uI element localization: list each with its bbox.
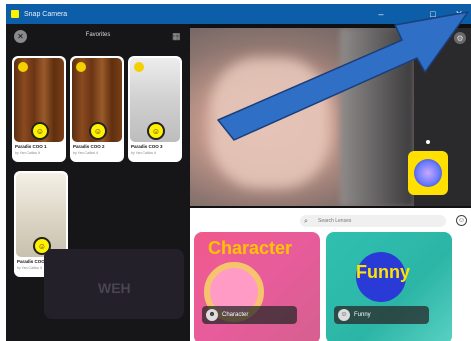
background-tile-text: WEH [98, 280, 131, 296]
maximize-button[interactable]: □ [426, 7, 440, 21]
category-label-text: Funny [354, 312, 371, 318]
lens-thumbnail: ☺ [16, 173, 66, 257]
snap-camera-app-icon [11, 10, 19, 18]
snapcode-icon: ☺ [31, 122, 49, 140]
favorite-lens-card[interactable]: ☺ Paradis COO 1 by Yan Cailiou it [12, 56, 66, 162]
favorites-title: Favorites [85, 32, 111, 38]
main-area: ✕ Favorites ▦ ☺ Paradis COO 1 by Yan Cai… [6, 24, 471, 341]
window-title: Snap Camera [24, 10, 68, 18]
favorite-star-icon [134, 62, 144, 72]
lens-author: by Yan Cailiou it [15, 151, 40, 155]
category-title: Funny [356, 262, 410, 282]
smiley-icon[interactable]: ☺ [456, 215, 467, 226]
lens-author: by Yan Cailiou it [131, 151, 156, 155]
favorite-star-icon [76, 62, 86, 72]
camera-preview [190, 28, 414, 206]
search-icon: ⌕ [304, 217, 308, 225]
preview-subject [210, 58, 330, 188]
preview-background [340, 28, 414, 206]
category-funny[interactable]: Funny ☺ Funny [326, 232, 452, 341]
favorite-lens-card[interactable]: ☺ Paradis COO 3 by Yan Cailiou it [128, 56, 182, 162]
title-bar: Snap Camera – □ ✕ [6, 4, 471, 24]
favorites-panel: ✕ Favorites ▦ ☺ Paradis COO 1 by Yan Cai… [6, 24, 190, 341]
character-icon: ☻ [206, 309, 218, 321]
lens-thumbnail: ☺ [72, 58, 122, 142]
lens-thumbnail: ☺ [14, 58, 64, 142]
active-lens-button[interactable] [408, 151, 448, 195]
grid-view-icon[interactable]: ▦ [172, 31, 182, 41]
search-input[interactable] [316, 217, 440, 225]
category-title: Character [208, 238, 293, 258]
lens-name: Paradis COO 1 [15, 144, 47, 149]
favorite-star-icon [18, 62, 28, 72]
lens-author: by Yan Cailiou it [73, 151, 98, 155]
close-button[interactable]: ✕ [452, 7, 466, 21]
lens-name: Paradis COO 2 [73, 144, 105, 149]
active-lens-indicator [426, 140, 430, 144]
snap-camera-window: Snap Camera – □ ✕ ✕ Favorites ▦ ☺ Paradi… [0, 0, 471, 341]
search-bar[interactable]: ⌕ [300, 215, 446, 227]
category-character[interactable]: Character ☻ Character [194, 232, 320, 341]
settings-gear-icon[interactable]: ⚙ [454, 32, 466, 44]
favorites-header: ✕ Favorites ▦ [6, 24, 190, 48]
active-lens-icon [414, 159, 442, 187]
snapcode-icon: ☺ [89, 122, 107, 140]
snapcode-icon: ☺ [147, 122, 165, 140]
category-label: ☻ Character [202, 306, 297, 324]
lens-browser: ⌕ ☺ Character ☻ Character Funny ☺ Funny [190, 208, 471, 341]
category-label: ☺ Funny [334, 306, 429, 324]
category-label-text: Character [222, 312, 249, 318]
minimize-button[interactable]: – [374, 7, 388, 21]
favorite-lens-card[interactable]: ☺ Paradis COO 2 by Yan Cailiou it [70, 56, 124, 162]
lens-thumbnail: ☺ [130, 58, 180, 142]
funny-face-icon: ☺ [338, 309, 350, 321]
lens-name: Paradis COO 3 [131, 144, 163, 149]
